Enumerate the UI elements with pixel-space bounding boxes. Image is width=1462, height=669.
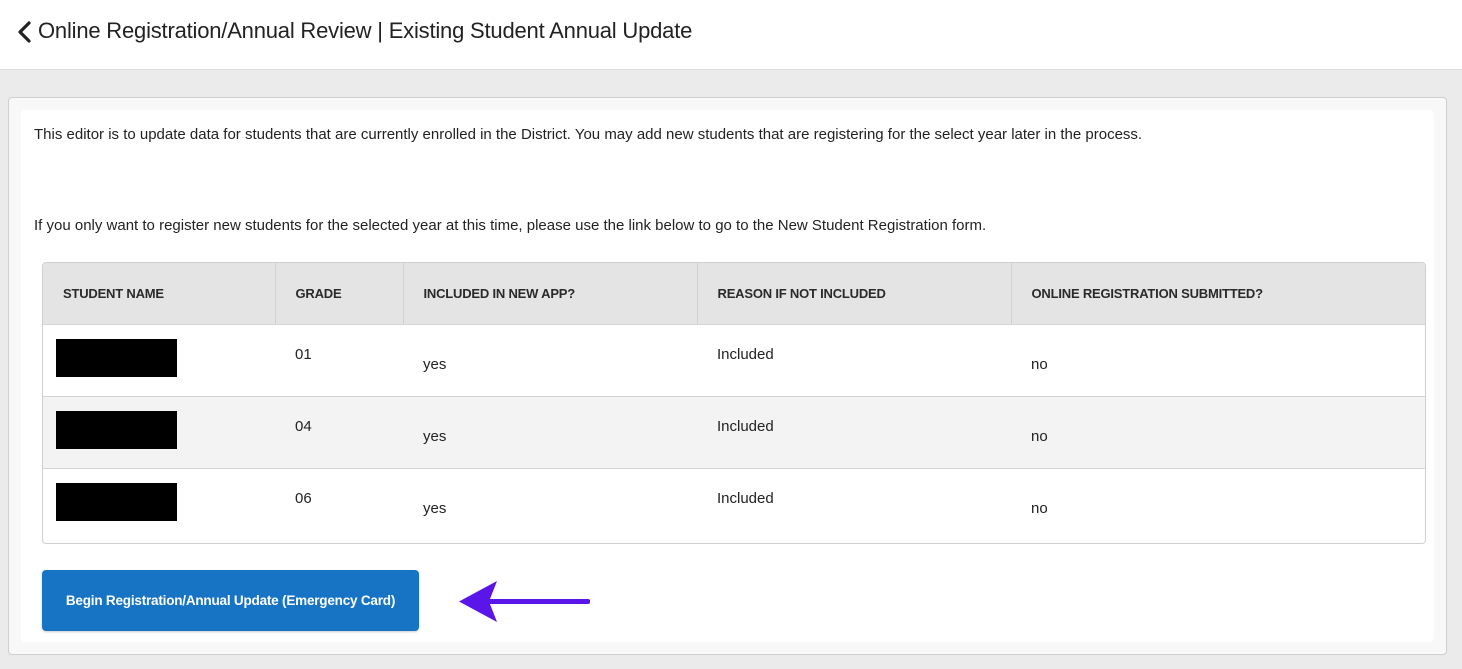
intro-text-new-students: If you only want to register new student… [34, 217, 987, 234]
included-cell: yes [423, 499, 447, 517]
submitted-cell: no [1031, 355, 1048, 373]
included-cell: yes [423, 427, 447, 445]
redacted-student-name [56, 411, 177, 449]
column-header-included[interactable]: INCLUDED IN NEW APP? [403, 263, 698, 324]
column-header-student-name[interactable]: STUDENT NAME [43, 263, 276, 324]
submitted-cell: no [1031, 499, 1048, 517]
student-name-cell [43, 324, 275, 396]
table-row[interactable]: 04 yes Included no [43, 396, 1425, 468]
column-header-submitted[interactable]: ONLINE REGISTRATION SUBMITTED? [1011, 263, 1425, 324]
submitted-cell: no [1031, 427, 1048, 445]
left-arrow-icon [459, 581, 590, 622]
table-row[interactable]: 01 yes Included no [43, 324, 1425, 396]
page-title: Online Registration/Annual Review | Exis… [38, 18, 693, 43]
table-row[interactable]: 06 yes Included no [43, 468, 1425, 540]
grade-cell: 01 [295, 345, 312, 363]
reason-cell: Included [717, 489, 774, 507]
included-cell: yes [423, 355, 447, 373]
column-header-grade[interactable]: GRADE [275, 263, 404, 324]
table-header-row: STUDENT NAME GRADE INCLUDED IN NEW APP? … [43, 263, 1425, 324]
chevron-left-icon[interactable] [14, 19, 36, 45]
intro-text-existing: This editor is to update data for studen… [34, 126, 1143, 143]
redacted-student-name [56, 483, 177, 522]
student-name-cell [43, 468, 275, 540]
reason-cell: Included [717, 345, 774, 363]
grade-cell: 04 [295, 417, 312, 435]
redacted-student-name [56, 339, 177, 377]
reason-cell: Included [717, 417, 774, 435]
column-header-reason[interactable]: REASON IF NOT INCLUDED [697, 263, 1012, 324]
grade-cell: 06 [295, 489, 312, 507]
student-name-cell [43, 396, 275, 468]
page-header: Online Registration/Annual Review | Exis… [0, 0, 1462, 70]
begin-registration-button[interactable]: Begin Registration/Annual Update (Emerge… [42, 570, 419, 631]
student-table: STUDENT NAME GRADE INCLUDED IN NEW APP? … [42, 262, 1426, 544]
